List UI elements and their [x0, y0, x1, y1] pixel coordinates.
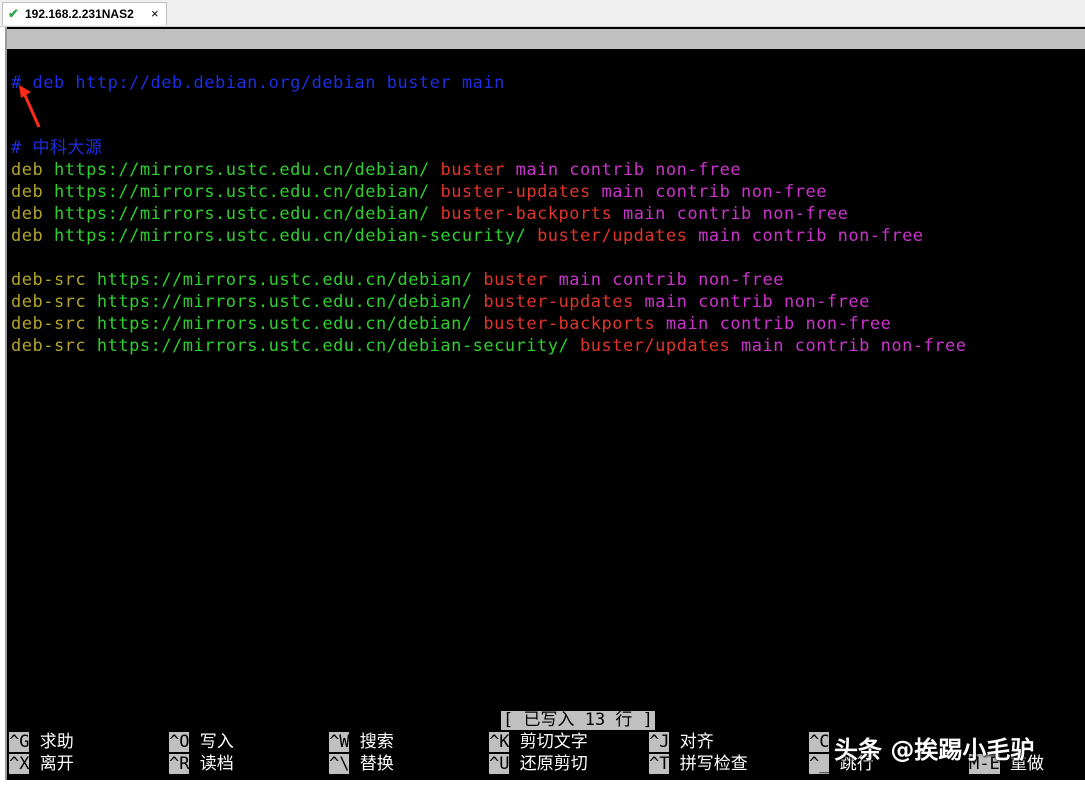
line-keyword: deb — [11, 204, 44, 224]
shortcut-item[interactable]: ^W 搜索 — [329, 731, 394, 753]
line-suite: buster-updates — [483, 292, 634, 312]
source-line: deb-src https://mirrors.ustc.edu.cn/debi… — [11, 291, 870, 313]
nano-title-bar: GNU nano 3.2 /etc/apt/sources.list — [7, 29, 1085, 89]
line-components: main contrib non-free — [644, 292, 870, 312]
line-url: https://mirrors.ustc.edu.cn/debian-secur… — [53, 226, 527, 246]
line-url: https://mirrors.ustc.edu.cn/debian/ — [96, 292, 473, 312]
shortcut-item[interactable]: ^K 剪切文字 — [489, 731, 588, 753]
line-suite: buster/updates — [537, 226, 688, 246]
shortcut-key: ^C — [809, 732, 830, 752]
mirror-comment-line: # 中科大源 — [11, 138, 103, 158]
shortcut-item[interactable]: ^O 写入 — [169, 731, 234, 753]
line-components: main contrib non-free — [558, 270, 784, 290]
shortcut-label: 写入 — [199, 732, 234, 752]
line-suite: buster — [483, 270, 548, 290]
shortcut-item[interactable]: ^G 求助 — [9, 731, 74, 753]
line-components: main contrib non-free — [601, 182, 827, 202]
shortcut-key: ^R — [169, 754, 190, 774]
source-line: deb-src https://mirrors.ustc.edu.cn/debi… — [11, 269, 784, 291]
line-url: https://mirrors.ustc.edu.cn/debian-secur… — [96, 336, 570, 356]
file-path: /etc/apt/sources.list — [510, 69, 725, 89]
line-suite: buster-backports — [483, 314, 656, 334]
shortcut-key: ^X — [9, 754, 30, 774]
session-tab-title: 192.168.2.231NAS2 — [25, 7, 134, 21]
shortcut-key: ^T — [649, 754, 670, 774]
line-suite: buster-backports — [440, 204, 613, 224]
line-keyword: deb — [11, 182, 44, 202]
line-keyword: deb-src — [11, 292, 87, 312]
shortcut-key: ^\ — [329, 754, 350, 774]
line-url: https://mirrors.ustc.edu.cn/debian/ — [96, 270, 473, 290]
red-arrow-icon — [19, 85, 41, 128]
line-keyword: deb — [11, 226, 44, 246]
close-icon[interactable]: × — [151, 6, 159, 21]
shortcut-key: ^W — [329, 732, 350, 752]
status-message: [ 已写入 13 行 ] — [501, 710, 655, 730]
line-components: main contrib non-free — [515, 160, 742, 180]
nano-version: GNU nano 3.2 — [31, 49, 154, 69]
shortcut-key: ^O — [169, 732, 190, 752]
line-suite: buster/updates — [580, 336, 731, 356]
commented-source-line: # deb http://deb.debian.org/debian buste… — [11, 73, 505, 93]
session-tab[interactable]: ✔ 192.168.2.231NAS2 × — [2, 2, 167, 25]
line-keyword: deb — [11, 160, 44, 180]
shortcut-label: 还原剪切 — [519, 754, 588, 774]
line-url: https://mirrors.ustc.edu.cn/debian/ — [53, 160, 430, 180]
source-line: deb https://mirrors.ustc.edu.cn/debian/ … — [11, 159, 741, 181]
line-url: https://mirrors.ustc.edu.cn/debian/ — [53, 182, 430, 202]
shortcut-key: ^J — [649, 732, 670, 752]
line-keyword: deb-src — [11, 336, 87, 356]
shortcut-label: 拼写检查 — [679, 754, 748, 774]
line-suite: buster — [440, 160, 505, 180]
line-components: main contrib non-free — [622, 204, 849, 224]
shortcut-item[interactable]: ^U 还原剪切 — [489, 753, 588, 775]
shortcut-key: ^U — [489, 754, 510, 774]
shortcut-item[interactable]: ^\ 替换 — [329, 753, 394, 775]
shortcut-key: ^G — [9, 732, 30, 752]
shortcut-label: 对齐 — [679, 732, 714, 752]
shortcut-item[interactable]: ^J 对齐 — [649, 731, 714, 753]
source-line: deb https://mirrors.ustc.edu.cn/debian-s… — [11, 225, 924, 247]
shortcut-label: 求助 — [39, 732, 74, 752]
terminal[interactable]: GNU nano 3.2 /etc/apt/sources.list # deb… — [5, 27, 1085, 780]
shortcut-item[interactable]: ^R 读档 — [169, 753, 234, 775]
source-line: deb-src https://mirrors.ustc.edu.cn/debi… — [11, 313, 891, 335]
line-keyword: deb-src — [11, 314, 87, 334]
shortcut-label: 替换 — [359, 754, 394, 774]
shortcut-key: ^_ — [809, 754, 830, 774]
shortcut-label: 读档 — [199, 754, 234, 774]
line-components: main contrib non-free — [741, 336, 967, 356]
line-url: https://mirrors.ustc.edu.cn/debian/ — [96, 314, 473, 334]
connected-check-icon: ✔ — [8, 6, 19, 21]
line-components: main contrib non-free — [665, 314, 892, 334]
shortcut-key: ^K — [489, 732, 510, 752]
line-suite: buster-updates — [440, 182, 591, 202]
shortcut-label: 搜索 — [359, 732, 394, 752]
watermark-text: 头条 @挨踢小毛驴 — [834, 736, 1035, 764]
line-keyword: deb-src — [11, 270, 87, 290]
source-line: deb https://mirrors.ustc.edu.cn/debian/ … — [11, 203, 848, 225]
shortcut-label: 离开 — [39, 754, 74, 774]
source-line: deb-src https://mirrors.ustc.edu.cn/debi… — [11, 335, 966, 357]
line-url: https://mirrors.ustc.edu.cn/debian/ — [53, 204, 430, 224]
shortcut-item[interactable]: ^T 拼写检查 — [649, 753, 748, 775]
source-line: deb https://mirrors.ustc.edu.cn/debian/ … — [11, 181, 827, 203]
tab-bar: ✔ 192.168.2.231NAS2 × — [0, 0, 1085, 27]
line-components: main contrib non-free — [698, 226, 924, 246]
shortcut-item[interactable]: ^X 离开 — [9, 753, 74, 775]
shortcut-label: 剪切文字 — [519, 732, 588, 752]
